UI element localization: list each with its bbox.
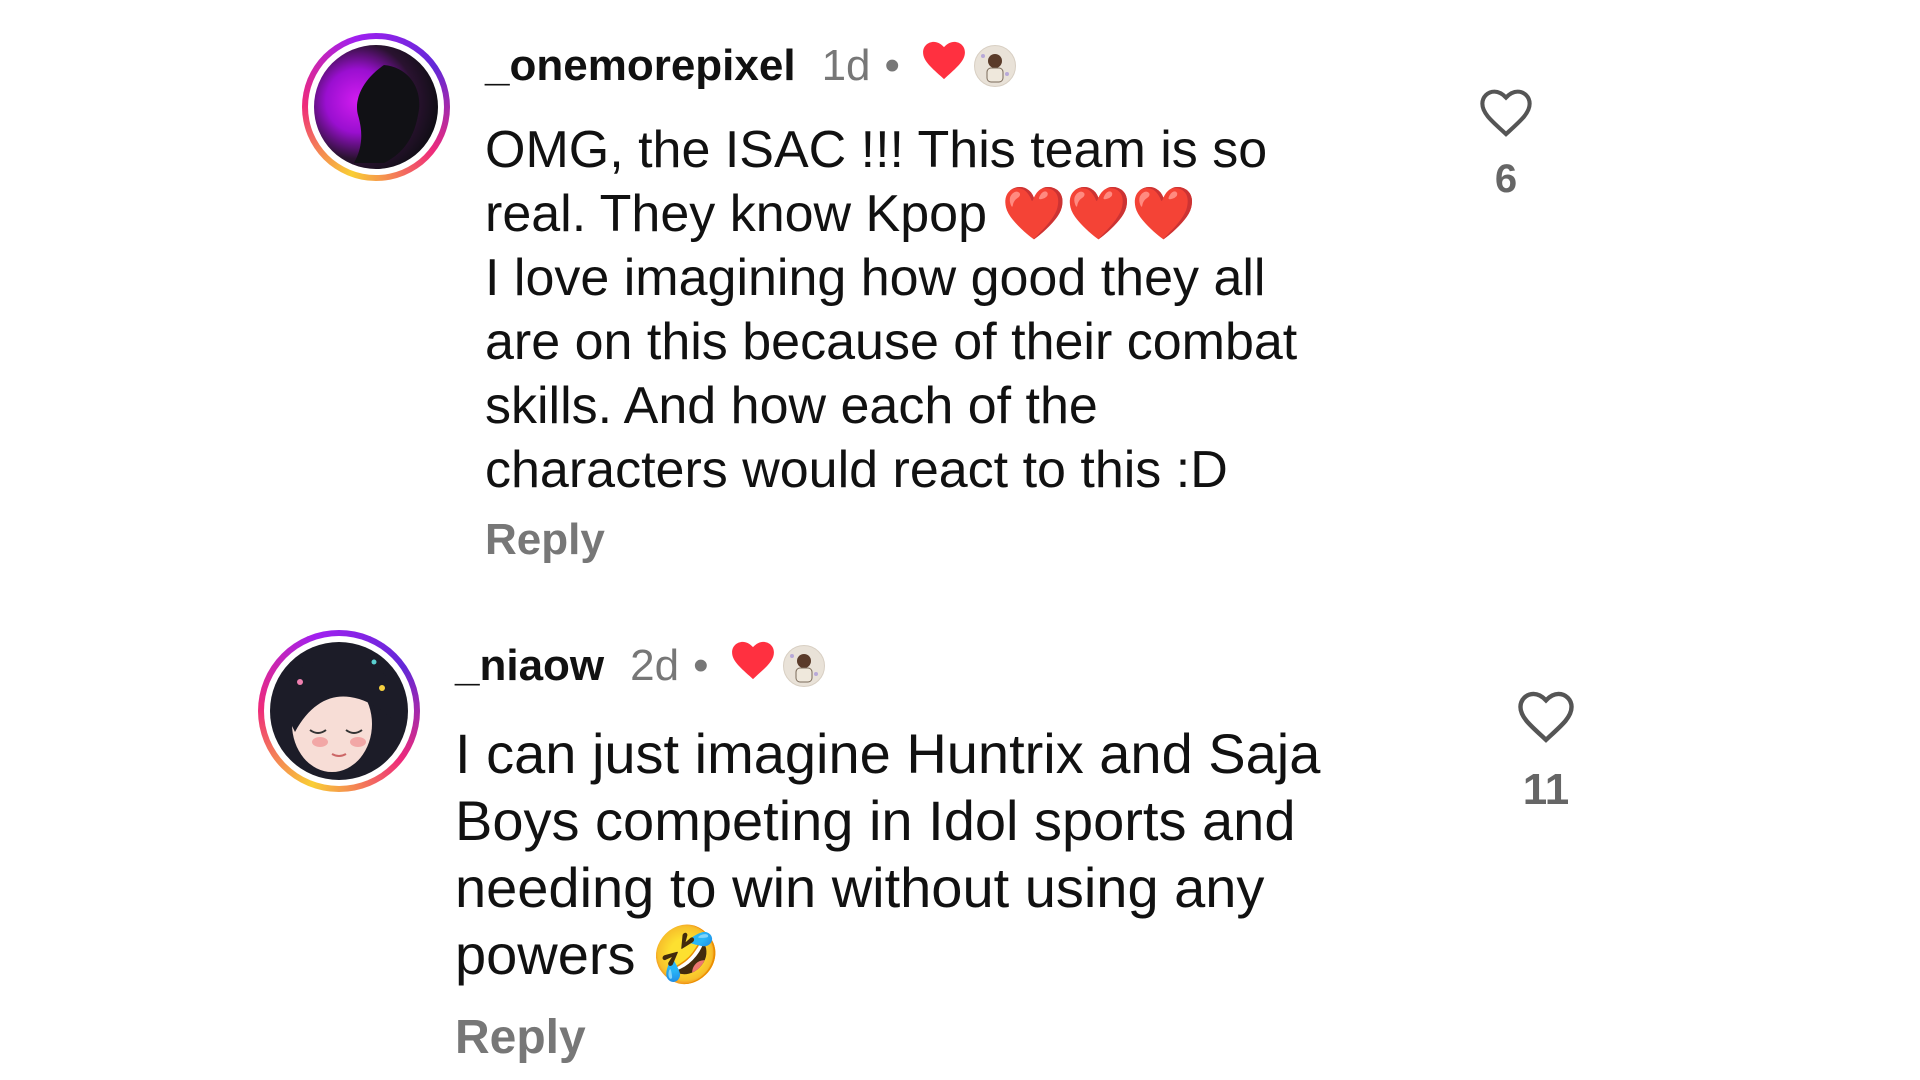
creator-avatar — [782, 645, 825, 687]
user-avatar[interactable] — [258, 630, 420, 792]
creator-avatar — [973, 45, 1016, 87]
separator-dot: • — [693, 641, 709, 690]
comment-text: OMG, the ISAC !!! This team is so real. … — [485, 121, 1298, 499]
creator-heart-icon — [922, 41, 966, 92]
comment-item: _niaow 2d • I can just imagine Huntrix a… — [0, 600, 1920, 1080]
reply-button[interactable]: Reply — [485, 515, 605, 565]
comment-text: I can just imagine Huntrix and Saja Boys… — [455, 722, 1321, 986]
comment-username[interactable]: _onemorepixel — [485, 41, 796, 91]
creator-heart-icon — [731, 641, 775, 692]
like-count: 11 — [1522, 765, 1570, 814]
user-avatar[interactable] — [302, 33, 450, 181]
comment-timestamp: 2d — [630, 641, 680, 690]
reply-button[interactable]: Reply — [455, 1010, 586, 1065]
comment-username[interactable]: _niaow — [455, 641, 604, 691]
like-count: 6 — [1494, 157, 1518, 201]
like-heart-icon[interactable] — [1478, 88, 1534, 143]
separator-dot: • — [884, 41, 900, 90]
comment-item: _onemorepixel 1d • OMG, the ISAC !!! Thi… — [0, 0, 1920, 600]
comment-timestamp: 1d — [821, 41, 871, 90]
like-heart-icon[interactable] — [1516, 690, 1576, 749]
